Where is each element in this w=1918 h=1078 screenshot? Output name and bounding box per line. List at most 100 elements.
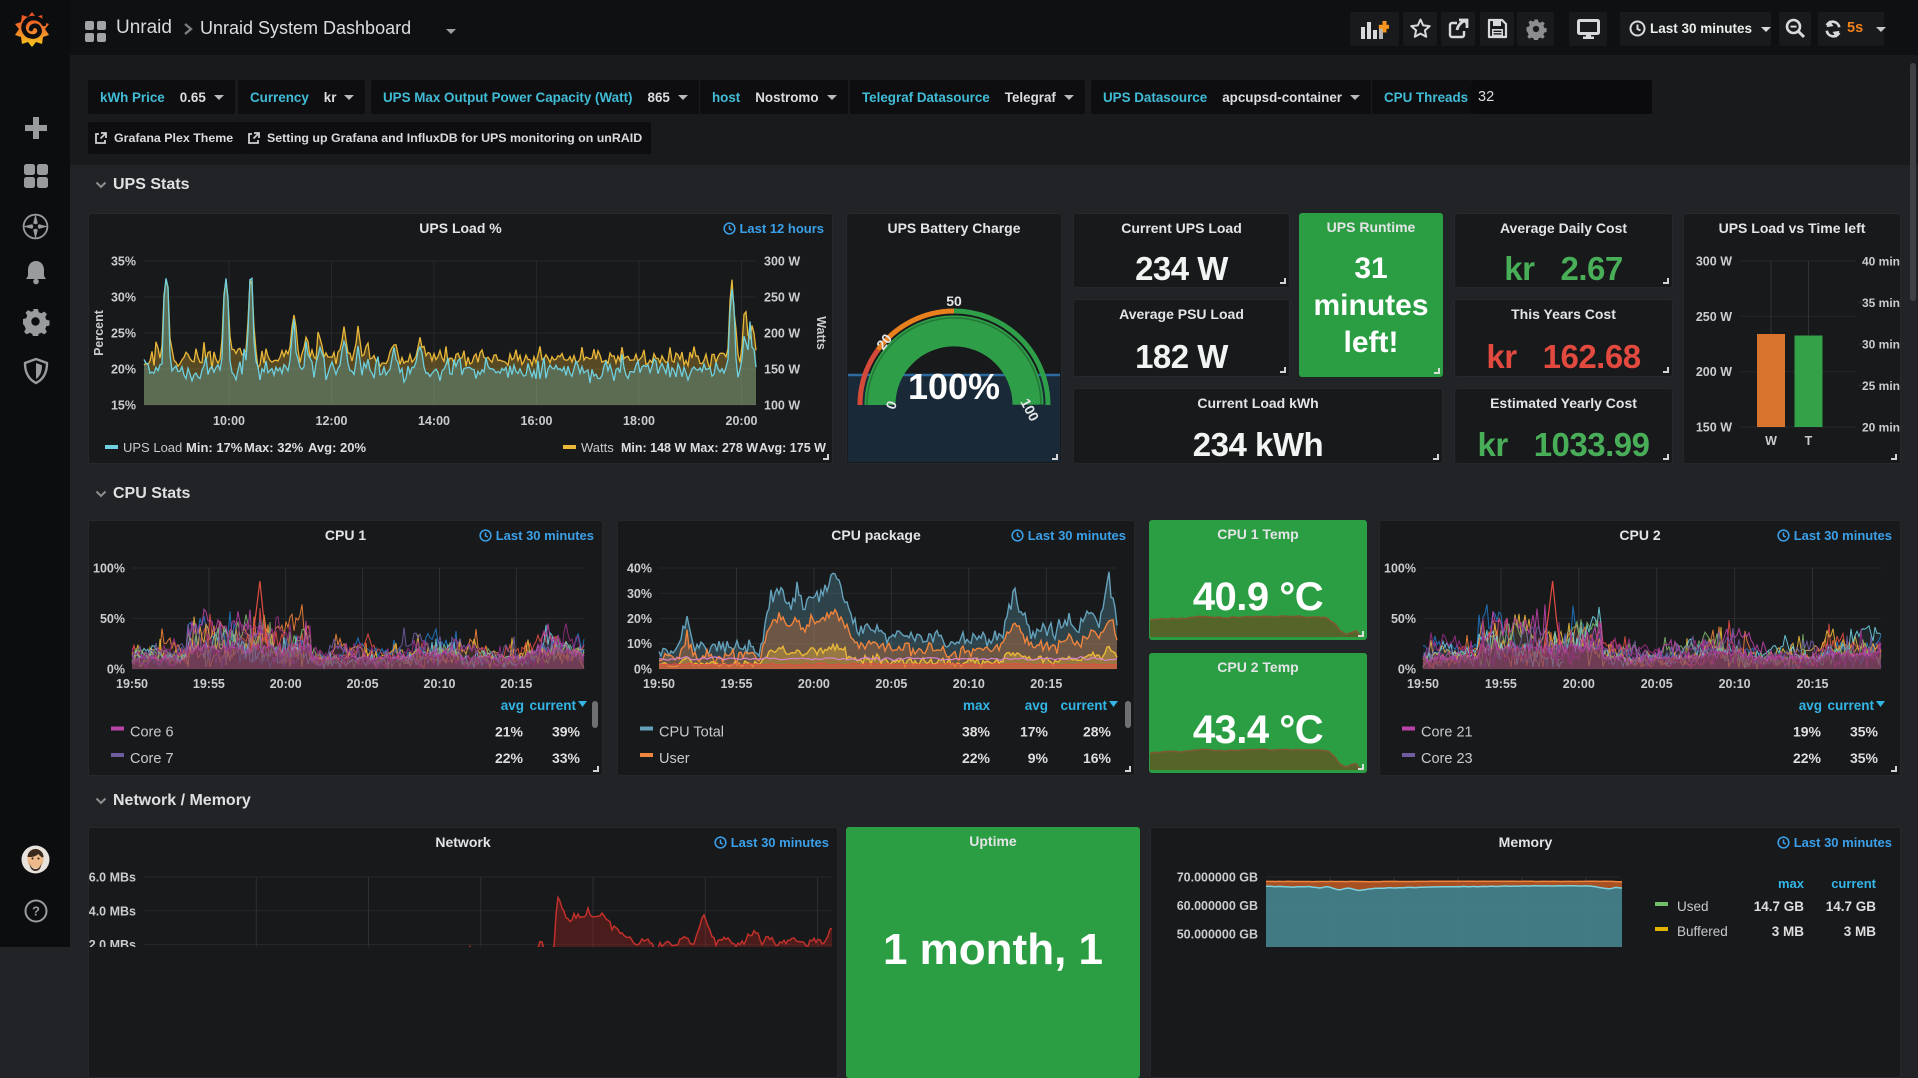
svg-text:T: T [1805, 434, 1813, 448]
svg-text:current: current [1831, 876, 1876, 891]
svg-text:20:05: 20:05 [1641, 677, 1673, 691]
svg-text:current: current [529, 698, 576, 713]
svg-text:30%: 30% [111, 291, 136, 305]
svg-text:35 min: 35 min [1862, 296, 1900, 310]
svg-text:20:05: 20:05 [875, 677, 907, 691]
svg-text:9%: 9% [1028, 750, 1049, 766]
svg-text:38%: 38% [962, 724, 991, 740]
svg-text:20:05: 20:05 [347, 677, 379, 691]
svg-text:200 W: 200 W [764, 327, 800, 341]
svg-text:39%: 39% [552, 724, 581, 740]
svg-text:Avg: 175 W: Avg: 175 W [759, 441, 826, 455]
svg-text:17%: 17% [1020, 724, 1049, 740]
svg-text:avg: avg [501, 698, 524, 713]
svg-text:2.0 MBs: 2.0 MBs [89, 938, 136, 947]
svg-text:User: User [659, 751, 690, 767]
svg-text:15%: 15% [111, 399, 136, 413]
svg-text:25%: 25% [111, 327, 136, 341]
svg-text:20%: 20% [111, 363, 136, 377]
svg-text:20%: 20% [627, 612, 652, 626]
svg-text:28%: 28% [1083, 724, 1112, 740]
svg-text:22%: 22% [1793, 750, 1822, 766]
svg-text:max: max [963, 698, 991, 713]
svg-text:40%: 40% [627, 562, 652, 576]
svg-text:14:00: 14:00 [418, 414, 450, 428]
svg-text:20:15: 20:15 [1797, 677, 1829, 691]
svg-text:Min: 17%: Min: 17% [186, 440, 243, 455]
svg-text:3 MB: 3 MB [1844, 924, 1877, 939]
svg-text:Min: 148 W: Min: 148 W [621, 441, 686, 455]
svg-text:35%: 35% [1850, 750, 1879, 766]
svg-text:4.0 MBs: 4.0 MBs [89, 904, 136, 918]
svg-text:Core 6: Core 6 [130, 725, 174, 741]
svg-text:W: W [1765, 434, 1777, 448]
svg-text:10:00: 10:00 [213, 414, 245, 428]
svg-text:3 MB: 3 MB [1772, 924, 1805, 939]
svg-text:20:15: 20:15 [500, 677, 532, 691]
svg-text:Max: 278 W: Max: 278 W [690, 441, 758, 455]
svg-text:35%: 35% [1850, 724, 1879, 740]
svg-text:20:10: 20:10 [424, 677, 456, 691]
svg-text:Avg: 20%: Avg: 20% [308, 440, 366, 455]
svg-text:19:55: 19:55 [1485, 677, 1517, 691]
svg-text:100%: 100% [1384, 562, 1416, 576]
svg-text:50%: 50% [1391, 612, 1416, 626]
svg-text:CPU Total: CPU Total [659, 725, 724, 741]
svg-text:current: current [1827, 698, 1874, 713]
svg-text:19%: 19% [1793, 724, 1822, 740]
svg-text:18:00: 18:00 [623, 414, 655, 428]
svg-text:19:50: 19:50 [1407, 677, 1439, 691]
svg-text:33%: 33% [552, 750, 581, 766]
svg-text:0%: 0% [634, 663, 652, 677]
svg-text:20:10: 20:10 [1719, 677, 1751, 691]
svg-text:35%: 35% [111, 255, 136, 269]
svg-text:20 min: 20 min [1862, 421, 1900, 435]
svg-text:22%: 22% [962, 750, 991, 766]
svg-text:UPS Load: UPS Load [123, 440, 182, 455]
svg-text:25 min: 25 min [1862, 379, 1900, 393]
svg-text:250 W: 250 W [764, 291, 800, 305]
svg-text:0%: 0% [107, 663, 125, 677]
svg-text:avg: avg [1025, 698, 1048, 713]
svg-text:300 W: 300 W [764, 255, 800, 269]
svg-text:200 W: 200 W [1696, 365, 1732, 379]
svg-text:50.000000 GB: 50.000000 GB [1177, 928, 1258, 942]
svg-text:12:00: 12:00 [316, 414, 348, 428]
svg-text:19:55: 19:55 [193, 677, 225, 691]
svg-text:Used: Used [1677, 899, 1709, 914]
svg-text:20:10: 20:10 [953, 677, 985, 691]
svg-text:100%: 100% [908, 366, 1000, 407]
svg-text:16%: 16% [1083, 750, 1112, 766]
svg-text:300 W: 300 W [1696, 255, 1732, 269]
svg-text:100 W: 100 W [764, 399, 800, 413]
svg-text:50: 50 [946, 293, 962, 309]
svg-text:14.7 GB: 14.7 GB [1826, 899, 1877, 914]
svg-text:Watts: Watts [581, 440, 614, 455]
svg-text:6.0 MBs: 6.0 MBs [89, 871, 136, 885]
svg-text:70.000000 GB: 70.000000 GB [1177, 871, 1258, 885]
svg-text:?: ? [32, 904, 40, 919]
svg-text:250 W: 250 W [1696, 310, 1732, 324]
svg-text:150 W: 150 W [1696, 421, 1732, 435]
svg-text:150 W: 150 W [764, 363, 800, 377]
svg-text:Watts: Watts [814, 316, 828, 350]
svg-text:Max: 32%: Max: 32% [244, 440, 304, 455]
svg-text:50%: 50% [100, 612, 125, 626]
svg-text:Core 7: Core 7 [130, 751, 174, 767]
svg-text:19:50: 19:50 [643, 677, 675, 691]
svg-text:20:00: 20:00 [1563, 677, 1595, 691]
svg-text:20:00: 20:00 [798, 677, 830, 691]
svg-text:0%: 0% [1398, 663, 1416, 677]
svg-text:max: max [1778, 876, 1805, 891]
svg-text:60.000000 GB: 60.000000 GB [1177, 899, 1258, 913]
svg-text:14.7 GB: 14.7 GB [1754, 899, 1805, 914]
svg-text:10%: 10% [627, 637, 652, 651]
svg-text:Percent: Percent [92, 309, 106, 356]
svg-text:16:00: 16:00 [521, 414, 553, 428]
svg-text:19:50: 19:50 [116, 677, 148, 691]
svg-text:Core 21: Core 21 [1421, 725, 1473, 741]
svg-text:20:00: 20:00 [726, 414, 758, 428]
svg-text:21%: 21% [495, 724, 524, 740]
svg-text:20:15: 20:15 [1030, 677, 1062, 691]
svg-text:19:55: 19:55 [721, 677, 753, 691]
